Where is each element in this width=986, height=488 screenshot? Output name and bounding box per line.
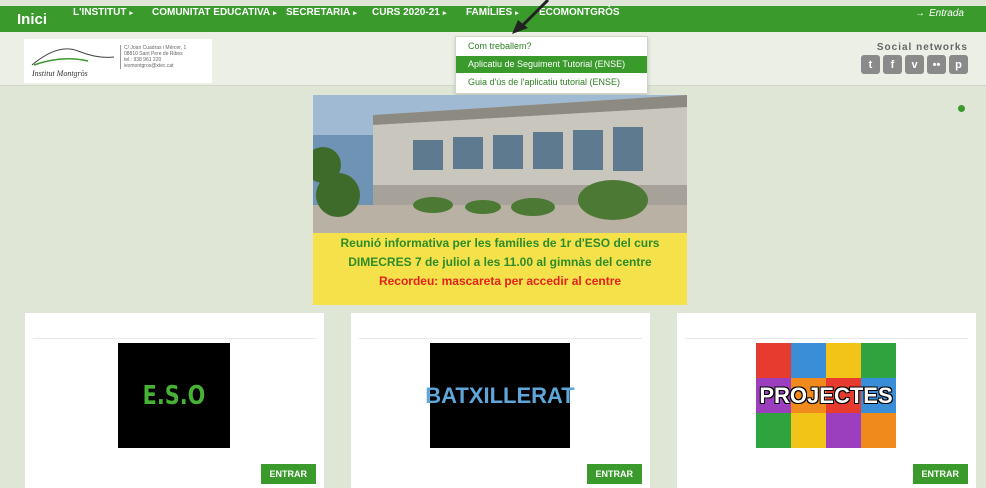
card-eso-enter-button[interactable]: ENTRAR xyxy=(260,464,316,484)
school-building-photo xyxy=(313,95,687,233)
dropdown-item-aplicatiu[interactable]: Aplicatiu de Seguiment Tutorial (ENSE) xyxy=(456,56,647,73)
card-batxillerat-image[interactable]: BATXILLERAT xyxy=(425,343,575,448)
vimeo-icon[interactable]: v xyxy=(905,55,924,74)
card-eso: E.S.O ENTRAR xyxy=(25,313,324,488)
banner-line-2: DIMECRES 7 de juliol a les 11.00 al gimn… xyxy=(348,255,652,269)
logo-name: Institut Montgròs xyxy=(32,69,88,78)
card-divider xyxy=(685,338,968,339)
social-links: t f v •• p xyxy=(861,55,968,74)
slider-indicator-dot[interactable] xyxy=(958,105,965,112)
banner-caption: Reunió informativa per les famílies de 1… xyxy=(313,233,687,305)
pinterest-icon[interactable]: p xyxy=(949,55,968,74)
login-icon: → xyxy=(914,8,925,19)
logo-address: C/ Joan Cuadras i Mércer, 1 08810 Sant P… xyxy=(120,45,186,69)
families-dropdown-menu: Com treballem? Aplicatiu de Seguiment Tu… xyxy=(455,36,648,94)
hero-banner[interactable]: Reunió informativa per les famílies de 1… xyxy=(313,95,687,305)
mountain-logo-icon xyxy=(31,48,115,66)
building-image xyxy=(313,95,687,233)
card-batxillerat-enter-button[interactable]: ENTRAR xyxy=(586,464,642,484)
nav-item-comunitat[interactable]: COMUNITAT EDUCATIVA ▸ xyxy=(152,7,277,18)
banner-line-3: Recordeu: mascareta per accedir al centr… xyxy=(378,274,622,288)
social-title: Social networks xyxy=(876,42,968,53)
facebook-icon[interactable]: f xyxy=(883,55,902,74)
caret-right-icon: ▸ xyxy=(353,9,357,17)
caret-right-icon: ▸ xyxy=(129,9,133,17)
nav-home-link[interactable]: Inici xyxy=(0,11,62,28)
card-batxillerat: BATXILLERAT ENTRAR xyxy=(351,313,650,488)
nav-item-institut[interactable]: L'INSTITUT ▸ xyxy=(73,7,133,18)
nav-item-curs[interactable]: CURS 2020-21 ▸ xyxy=(372,7,446,18)
caret-right-icon: ▸ xyxy=(442,9,447,17)
card-divider xyxy=(33,338,316,339)
flickr-icon[interactable]: •• xyxy=(927,55,946,74)
banner-line-1: Reunió informativa per les famílies de 1… xyxy=(340,236,660,250)
caret-right-icon: ▸ xyxy=(273,9,277,17)
card-projectes-enter-button[interactable]: ENTRAR xyxy=(912,464,968,484)
card-projectes: PROJECTES ENTRAR xyxy=(677,313,976,488)
nav-item-secretaria[interactable]: SECRETARIA ▸ xyxy=(286,7,357,18)
login-link[interactable]: → Entrada xyxy=(915,8,964,19)
twitter-icon[interactable]: t xyxy=(861,55,880,74)
card-projectes-image[interactable]: PROJECTES xyxy=(756,343,896,448)
dropdown-item-com-treballem[interactable]: Com treballem? xyxy=(456,38,647,55)
card-eso-image[interactable]: E.S.O xyxy=(118,343,230,448)
annotation-arrow-icon xyxy=(512,0,550,34)
dropdown-item-guia[interactable]: Guia d'ús de l'aplicatiu tutorial (ENSE) xyxy=(456,74,647,91)
card-divider xyxy=(359,338,642,339)
school-logo[interactable]: Institut Montgròs C/ Joan Cuadras i Mérc… xyxy=(24,39,212,83)
